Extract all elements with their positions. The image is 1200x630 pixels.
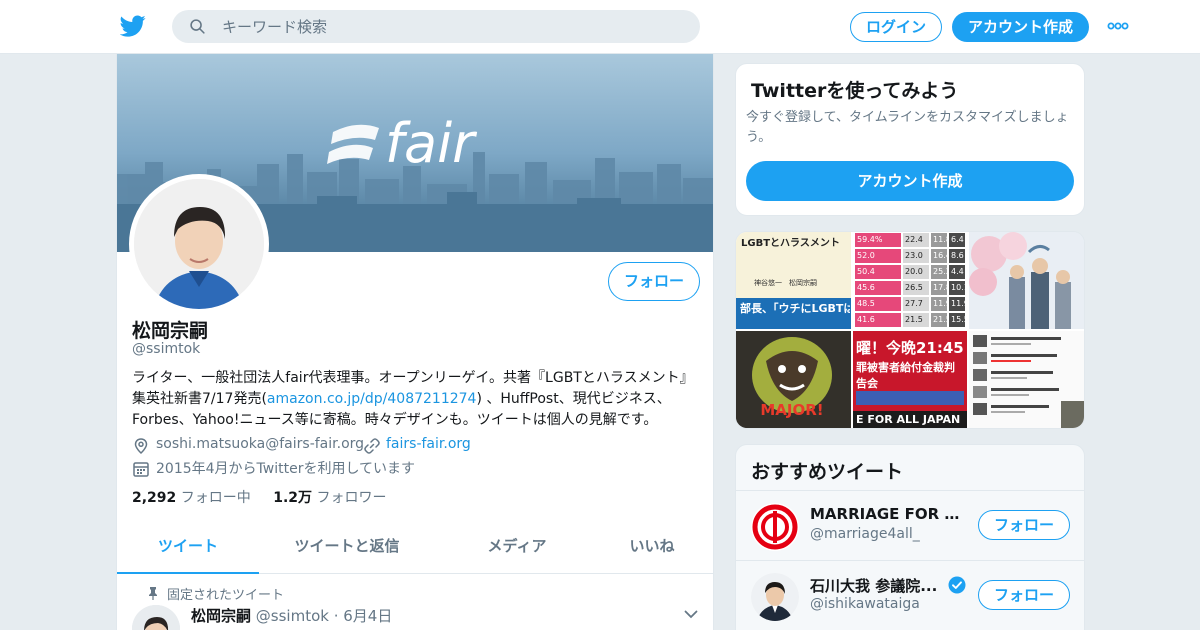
followers-stat[interactable]: 1.2万 フォロワー xyxy=(273,490,386,506)
following-stat[interactable]: 2,292 フォロー中 xyxy=(132,490,251,506)
survey-table-cell: 15.5 xyxy=(949,313,965,327)
svg-text:MAJOR!: MAJOR! xyxy=(760,401,823,419)
link-icon xyxy=(364,438,380,454)
pinned-indicator: 固定されたツイート xyxy=(149,584,284,603)
tweet-date[interactable]: 6月4日 xyxy=(343,607,392,625)
survey-table-cell: 11.9 xyxy=(931,297,947,311)
survey-table-cell: 16.4 xyxy=(931,249,947,263)
media-thumb-survey-table[interactable]: 59.4%22.411.86.452.023.016.48.650.420.02… xyxy=(853,232,967,329)
recommended-handle[interactable]: @marriage4all_ xyxy=(810,526,920,542)
profile-email: soshi.matsuoka@fairs-fair.org xyxy=(156,436,365,452)
survey-table-cell: 52.0 xyxy=(855,249,901,263)
recommended-follow-button[interactable]: フォロー xyxy=(978,580,1070,610)
survey-table-cell: 26.5 xyxy=(903,281,929,295)
survey-table-cell: 21.5 xyxy=(931,313,947,327)
location-icon xyxy=(134,438,148,455)
recommended-item[interactable]: MARRIAGE FOR AL... @marriage4all_ フォロー xyxy=(736,490,1084,560)
survey-table-cell: 27.7 xyxy=(903,297,929,311)
search-icon xyxy=(190,19,205,34)
signup-card-subtitle: 今すぐ登録して、タイムラインをカスタマイズしましょう。 xyxy=(746,110,1069,145)
chevron-down-icon[interactable] xyxy=(684,610,698,619)
signup-card: Twitterを使ってみよう 今すぐ登録して、タイムラインをカスタマイズしましょ… xyxy=(735,63,1085,216)
media-thumb-news-list[interactable] xyxy=(969,331,1084,428)
media-thumb-illustration[interactable] xyxy=(969,232,1084,329)
tab-likes[interactable]: いいね xyxy=(607,520,697,574)
media-thumb-poster[interactable]: MAJOR! xyxy=(736,331,851,428)
recommended-accounts-card: おすすめツイート MARRIAGE FOR AL... @marriage4al… xyxy=(735,444,1085,630)
recommended-item[interactable]: 石川大我 参議院... @ishikawataiga フォロー xyxy=(736,560,1084,630)
marriage-for-all-avatar[interactable] xyxy=(751,503,799,551)
tab-tweets-and-replies[interactable]: ツイートと返信 xyxy=(277,520,417,574)
profile-avatar[interactable] xyxy=(129,174,269,314)
survey-table-cell: 45.6 xyxy=(855,281,901,295)
survey-table-cell: 10.1 xyxy=(949,281,965,295)
tweet-author-avatar[interactable] xyxy=(132,605,180,630)
survey-table-cell: 48.5 xyxy=(855,297,901,311)
verified-badge-icon xyxy=(948,576,966,594)
pin-icon xyxy=(149,587,157,600)
profile-column: fair フォロー 松岡宗嗣 @ssimtok ライター、一般社団法人fair代… xyxy=(116,54,714,630)
survey-table-cell: 59.4% xyxy=(855,233,901,247)
survey-table-cell: 41.6 xyxy=(855,313,901,327)
survey-table-cell: 23.0 xyxy=(903,249,929,263)
tweet-author-name[interactable]: 松岡宗嗣 xyxy=(191,607,251,625)
survey-table-cell: 11.9 xyxy=(949,297,965,311)
recommended-name[interactable]: MARRIAGE FOR AL... xyxy=(810,505,970,523)
profile-stats: 2,292 フォロー中 1.2万 フォロワー xyxy=(132,487,386,507)
calendar-icon xyxy=(133,462,149,477)
survey-table-cell: 21.5 xyxy=(903,313,929,327)
survey-table-cell: 8.6 xyxy=(949,249,965,263)
recommended-title: おすすめツイート xyxy=(751,461,904,483)
profile-name: 松岡宗嗣 xyxy=(132,320,209,342)
profile-joined: 2015年4月からTwitterを利用しています xyxy=(132,458,415,478)
banner-logo-text: fair xyxy=(385,112,477,175)
follow-button[interactable]: フォロー xyxy=(608,262,700,301)
recommended-handle[interactable]: @ishikawataiga xyxy=(810,596,920,612)
media-thumb-book[interactable]: LGBTとハラスメント 神谷悠一 松岡宗嗣 部長、「ウチにLGBTは xyxy=(736,232,851,329)
survey-table-cell: 50.4 xyxy=(855,265,901,279)
survey-table-cell: 6.4 xyxy=(949,233,965,247)
tab-media[interactable]: メディア xyxy=(472,520,562,574)
top-navigation-bar: ログイン アカウント作成 xyxy=(0,0,1200,54)
survey-table-cell: 11.8 xyxy=(931,233,947,247)
more-dots-icon[interactable] xyxy=(1107,20,1129,32)
survey-table-cell: 22.4 xyxy=(903,233,929,247)
recommended-name[interactable]: 石川大我 参議院... xyxy=(810,575,942,596)
profile-bio: ライター、一般社団法人fair代表理事。オープンリーゲイ。共著『LGBTとハラス… xyxy=(132,370,694,428)
tweet-author-handle[interactable]: @ssimtok xyxy=(256,607,329,625)
twitter-bird-icon[interactable] xyxy=(120,13,146,39)
signup-card-title: Twitterを使ってみよう xyxy=(751,80,959,102)
search-input[interactable] xyxy=(222,10,682,43)
survey-table-cell: 17.8 xyxy=(931,281,947,295)
search-box[interactable] xyxy=(172,10,700,43)
survey-table-cell: 4.4 xyxy=(949,265,965,279)
media-thumb-broadcast[interactable]: 曜！今晩21:45 罪被害者給付金裁判 告会 E FOR ALL JAPAN xyxy=(853,331,967,428)
profile-tabs: ツイート ツイートと返信 メディア いいね xyxy=(117,520,713,574)
profile-handle[interactable]: @ssimtok xyxy=(132,341,200,357)
survey-table-cell: 20.0 xyxy=(903,265,929,279)
photo-video-grid: LGBTとハラスメント 神谷悠一 松岡宗嗣 部長、「ウチにLGBTは 59.4%… xyxy=(735,231,1085,429)
signup-button[interactable]: アカウント作成 xyxy=(952,12,1089,42)
tab-tweets[interactable]: ツイート xyxy=(117,520,259,574)
survey-table-cell: 25.2 xyxy=(931,265,947,279)
signup-card-button[interactable]: アカウント作成 xyxy=(746,161,1074,201)
bio-link[interactable]: amazon.co.jp/dp/4087211274 xyxy=(267,391,477,407)
recommended-follow-button[interactable]: フォロー xyxy=(978,510,1070,540)
profile-website[interactable]: fairs-fair.org xyxy=(386,436,471,452)
tweet-header: 松岡宗嗣 @ssimtok · 6月4日 xyxy=(191,607,393,625)
ishikawa-taiga-avatar[interactable] xyxy=(751,573,799,621)
login-button[interactable]: ログイン xyxy=(850,12,942,42)
